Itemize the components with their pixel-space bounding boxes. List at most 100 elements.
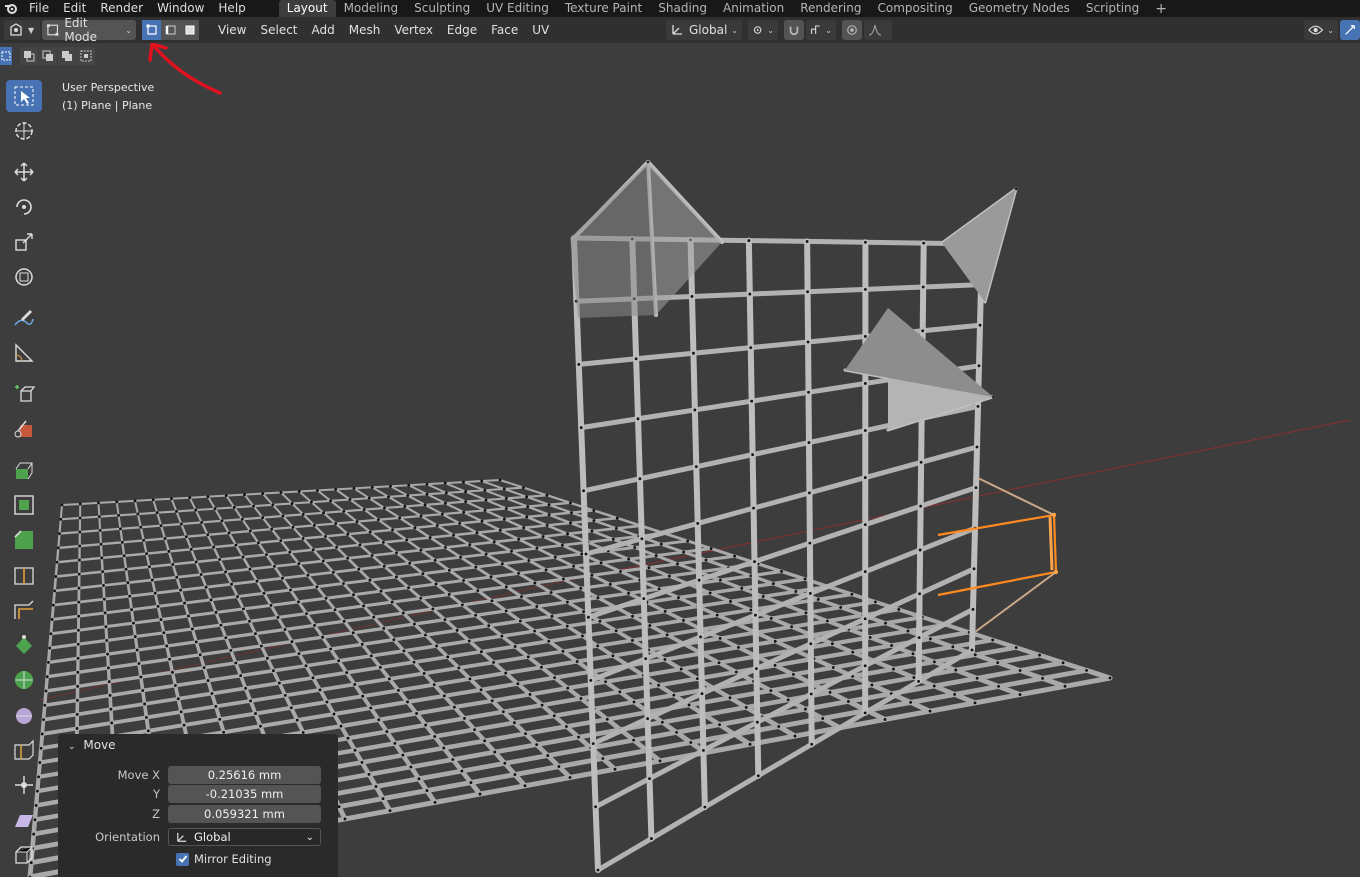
extrude-tool[interactable]	[6, 454, 42, 486]
annotate-tool[interactable]	[6, 302, 42, 334]
offset-edge-loop-tool[interactable]	[6, 594, 42, 626]
tab-rendering[interactable]: Rendering	[792, 0, 869, 17]
tool-shelf	[6, 80, 44, 874]
menu-file[interactable]: File	[22, 0, 56, 17]
move-z-row: Z 0.059321 mm	[58, 805, 338, 823]
edit-mode-icon	[46, 24, 59, 36]
rotate-tool[interactable]	[6, 191, 42, 223]
add-cube-icon	[15, 385, 35, 402]
chevron-down-icon: ▼	[28, 25, 35, 35]
blender-logo-icon[interactable]	[0, 0, 22, 17]
shrink-fatten-icon	[15, 776, 33, 794]
mirror-editing-checkbox[interactable]	[176, 852, 189, 866]
tab-texture-paint[interactable]: Texture Paint	[557, 0, 650, 17]
roof-spike-left-face[interactable]	[570, 162, 656, 318]
tab-sculpting[interactable]: Sculpting	[406, 0, 478, 17]
select-box-tool[interactable]	[6, 80, 42, 112]
pivot-point-dropdown[interactable]: ⌄	[748, 20, 778, 40]
tab-shading[interactable]: Shading	[650, 0, 715, 17]
annotate-icon	[14, 310, 34, 326]
transform-orientation-dropdown[interactable]: Global ⌄	[666, 20, 742, 40]
poly-build-tool[interactable]	[6, 629, 42, 661]
tab-geometry-nodes[interactable]: Geometry Nodes	[961, 0, 1078, 17]
edge-select-button[interactable]	[161, 20, 180, 40]
inset-tool[interactable]	[6, 489, 42, 521]
menu-render[interactable]: Render	[93, 0, 150, 17]
magnet-icon	[789, 26, 799, 36]
global-axes-icon	[177, 832, 187, 842]
face-select-icon	[185, 25, 194, 35]
operator-panel-header[interactable]: ⌄ Move	[58, 734, 338, 756]
bevel-tool[interactable]	[6, 524, 42, 556]
move-y-label: Y	[152, 787, 160, 801]
shear-tool[interactable]	[6, 804, 42, 836]
orientation-label: Orientation	[95, 830, 160, 844]
scale-icon	[15, 233, 33, 251]
menu-edit[interactable]: Edit	[56, 0, 93, 17]
spin-tool[interactable]	[6, 664, 42, 696]
tab-animation[interactable]: Animation	[715, 0, 792, 17]
tab-layout[interactable]: Layout	[278, 0, 336, 17]
editor-type-button[interactable]: ▼	[4, 20, 40, 40]
top-menubar: File Edit Render Window Help Layout Mode…	[0, 0, 1360, 17]
edge-slide-tool[interactable]	[6, 734, 42, 766]
eye-icon	[1308, 25, 1324, 35]
menu-edge[interactable]: Edge	[440, 20, 484, 40]
blender-window: { "menubar": { "items": ["File", "Edit",…	[0, 0, 1360, 877]
add-cube-tool[interactable]	[6, 378, 42, 410]
scale-tool[interactable]	[6, 226, 42, 258]
tab-scripting[interactable]: Scripting	[1078, 0, 1147, 17]
measure-tool[interactable]	[6, 337, 42, 369]
global-axes-icon	[672, 25, 682, 35]
vertex-select-button[interactable]	[142, 20, 161, 40]
falloff-dropdown[interactable]	[864, 20, 892, 40]
header-right-controls: ⌄	[1304, 20, 1360, 40]
menu-add[interactable]: Add	[305, 20, 342, 40]
move-y-field[interactable]: -0.21035 mm	[168, 785, 321, 803]
view-name-label: User Perspective	[62, 81, 155, 94]
visibility-dropdown[interactable]: ⌄	[1304, 20, 1338, 40]
edge-select-icon	[165, 25, 175, 35]
edge-slide-icon	[14, 739, 34, 760]
move-z-field[interactable]: 0.059321 mm	[168, 805, 321, 823]
orientation-dropdown[interactable]: Global ⌄	[168, 828, 321, 846]
move-y-row: Y -0.21035 mm	[58, 785, 338, 803]
cursor-tool[interactable]	[6, 115, 42, 147]
shrink-fatten-tool[interactable]	[6, 769, 42, 801]
mode-dropdown[interactable]: Edit Mode ⌄	[42, 16, 136, 44]
roof-spike-right-face[interactable]	[648, 162, 722, 315]
move-x-row: Move X 0.25616 mm	[58, 766, 338, 784]
move-tool[interactable]	[6, 156, 42, 188]
menu-select[interactable]: Select	[253, 20, 304, 40]
tab-modeling[interactable]: Modeling	[336, 0, 407, 17]
proportional-edit-toggle[interactable]	[842, 20, 862, 40]
add-workspace-button[interactable]: +	[1147, 2, 1175, 17]
tab-uv-editing[interactable]: UV Editing	[478, 0, 557, 17]
checkmark-icon	[178, 855, 187, 863]
loop-cut-icon	[14, 567, 34, 585]
offset-edge-loop-icon	[14, 600, 34, 619]
menu-uv[interactable]: UV	[525, 20, 556, 40]
face-select-button[interactable]	[180, 20, 199, 40]
menu-window[interactable]: Window	[150, 0, 211, 17]
snap-toggle[interactable]	[784, 20, 804, 40]
gizmo-toggle[interactable]	[1340, 20, 1360, 40]
menu-face[interactable]: Face	[484, 20, 525, 40]
menu-view[interactable]: View	[211, 20, 253, 40]
loop-cut-tool[interactable]	[6, 559, 42, 591]
annotation-arrow	[148, 43, 222, 95]
tab-compositing[interactable]: Compositing	[869, 0, 960, 17]
transform-tool[interactable]	[6, 261, 42, 293]
move-x-field[interactable]: 0.25616 mm	[168, 766, 321, 784]
menu-help[interactable]: Help	[211, 0, 252, 17]
chevron-down-icon: ⌄	[767, 25, 774, 35]
rip-region-icon	[15, 846, 33, 864]
smooth-tool[interactable]	[6, 699, 42, 731]
menu-mesh[interactable]: Mesh	[342, 20, 388, 40]
knife-tool[interactable]	[6, 413, 42, 445]
snap-target-dropdown[interactable]: ⌄	[806, 20, 836, 40]
rip-region-tool[interactable]	[6, 839, 42, 871]
select-mode-group	[142, 20, 199, 40]
menu-vertex[interactable]: Vertex	[387, 20, 440, 40]
chevron-down-icon: ⌄	[825, 25, 832, 35]
